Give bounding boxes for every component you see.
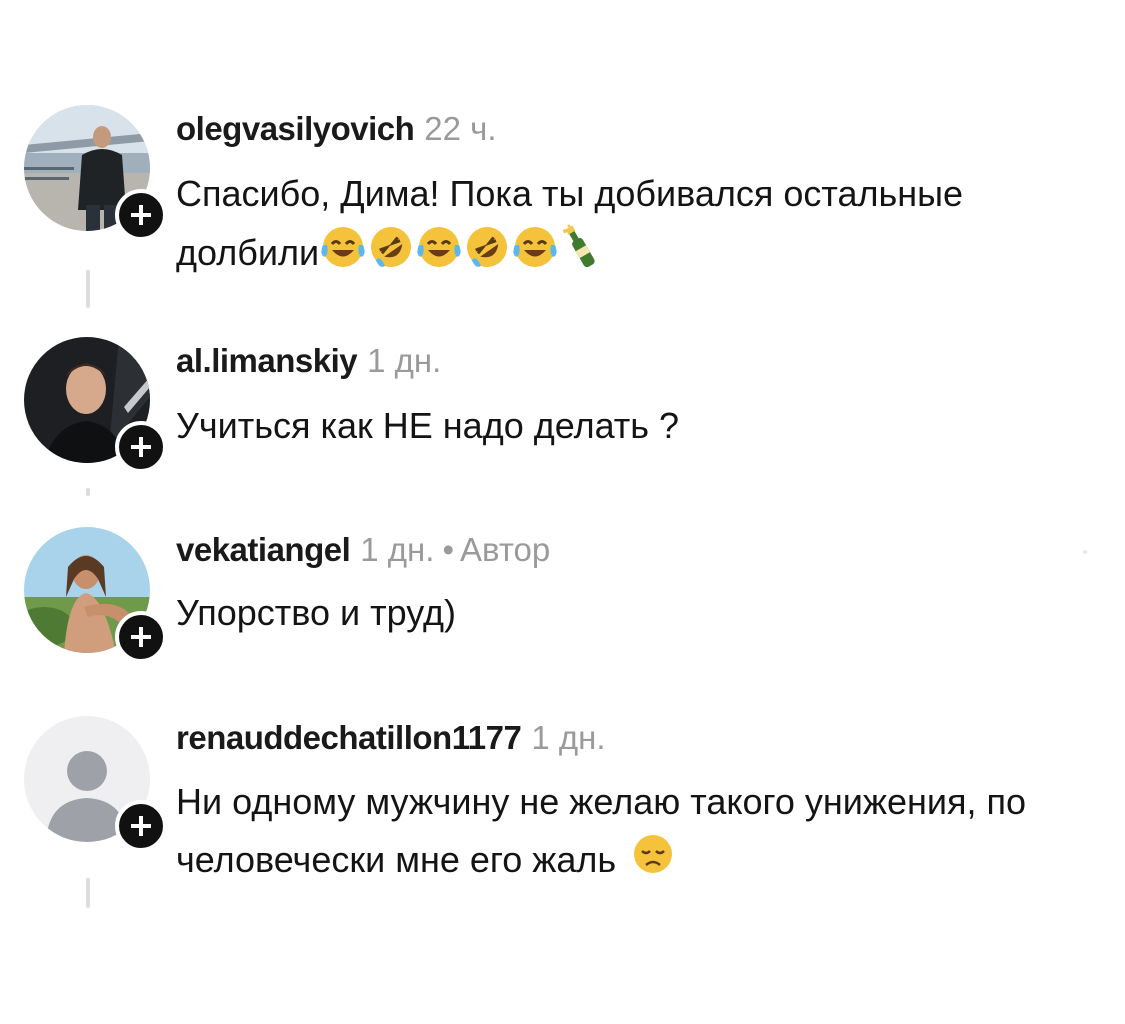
avatar-container[interactable] (24, 527, 167, 663)
username[interactable]: renauddechatillon1177 (176, 719, 522, 756)
champagne-bottle-icon (559, 223, 599, 288)
thread-line (86, 488, 90, 496)
face-with-tears-of-joy-icon (511, 225, 559, 286)
comment-text: Спасибо, Дима! Пока ты добивался остальн… (176, 165, 1076, 288)
username[interactable]: vekatiangel (176, 531, 351, 568)
separator-dot: • (442, 531, 454, 568)
plus-icon (131, 205, 151, 225)
follow-plus-button[interactable] (115, 611, 167, 663)
face-with-tears-of-joy-icon (415, 225, 463, 286)
avatar-container[interactable] (24, 716, 167, 852)
rolling-on-floor-laughing-icon (463, 225, 511, 286)
author-badge: Автор (460, 531, 551, 568)
timestamp: 1 дн. (531, 719, 606, 756)
face-with-tears-of-joy-icon (319, 225, 367, 286)
comment-body: Учиться как НЕ надо делать ? (176, 405, 680, 446)
divider-dot (1083, 550, 1087, 554)
follow-plus-button[interactable] (115, 189, 167, 241)
comment-body: Ни одному мужчину не желаю такого унижен… (176, 781, 1026, 880)
thread-line (86, 878, 90, 908)
avatar-container[interactable] (24, 337, 167, 473)
comment-header: renauddechatillon1177 1 дн. (176, 718, 605, 758)
comment-body: Упорство и труд) (176, 592, 457, 633)
avatar-container[interactable] (24, 105, 167, 241)
comment-text: Ни одному мужчину не желаю такого унижен… (176, 773, 1066, 892)
disappointed-face-icon (632, 833, 674, 892)
plus-icon (131, 816, 151, 836)
rolling-on-floor-laughing-icon (367, 225, 415, 286)
username[interactable]: olegvasilyovich (176, 110, 415, 147)
plus-icon (131, 627, 151, 647)
username[interactable]: al.limanskiy (176, 342, 358, 379)
comment-text: Учиться как НЕ надо делать ? (176, 397, 1076, 455)
comment-header: olegvasilyovich 22 ч. (176, 109, 497, 149)
follow-plus-button[interactable] (115, 421, 167, 473)
timestamp: 22 ч. (424, 110, 497, 147)
plus-icon (131, 437, 151, 457)
timestamp: 1 дн. (367, 342, 442, 379)
timestamp: 1 дн. (360, 531, 435, 568)
comment-text: Упорство и труд) (176, 584, 1076, 642)
thread-line (86, 270, 90, 308)
comment-header: al.limanskiy 1 дн. (176, 341, 441, 381)
comment-header: vekatiangel 1 дн. • Автор (176, 530, 550, 570)
follow-plus-button[interactable] (115, 800, 167, 852)
